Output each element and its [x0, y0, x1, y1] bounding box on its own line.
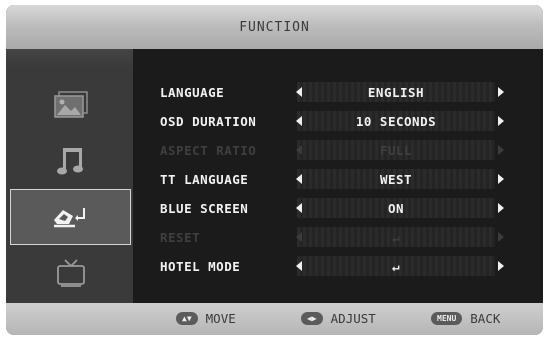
function-pen-icon — [51, 202, 91, 232]
right-arrow-icon[interactable] — [498, 87, 504, 97]
menu-header: FUNCTION — [6, 5, 543, 49]
menu-row-reset: RESET ↵ — [133, 223, 543, 251]
menu-row-hotel-mode[interactable]: HOTEL MODE ↵ — [133, 252, 543, 280]
up-down-key-icon: ▲▼ — [176, 312, 198, 325]
menu-row-label: ASPECT RATIO — [160, 142, 257, 158]
menu-row-value: ON — [387, 200, 405, 216]
menu-row-blue-screen[interactable]: BLUE SCREEN ON — [133, 194, 543, 222]
hint-back-label: BACK — [470, 311, 501, 326]
right-arrow-icon[interactable] — [498, 261, 504, 271]
menu-row-aspect-ratio: ASPECT RATIO FULL — [133, 136, 543, 164]
left-right-key-icon: ◀▶ — [301, 312, 323, 325]
picture-icon — [53, 91, 89, 119]
right-arrow-icon[interactable] — [498, 203, 504, 213]
menu-title: FUNCTION — [239, 19, 310, 35]
hint-adjust-label: ADJUST — [330, 311, 376, 326]
right-arrow-icon[interactable] — [498, 116, 504, 126]
key-hint-bar: ▲▼ MOVE ◀▶ ADJUST MENU BACK — [6, 303, 543, 335]
menu-row-label: BLUE SCREEN — [160, 200, 249, 216]
menu-row-osd-duration[interactable]: OSD DURATION 10 SECONDS — [133, 107, 543, 135]
sidebar-item-function[interactable] — [10, 189, 131, 245]
menu-row-value: ↵ — [391, 229, 401, 245]
sidebar-item-picture[interactable] — [10, 77, 131, 133]
menu-row-value: ↵ — [391, 258, 401, 274]
tv-icon — [54, 258, 88, 288]
menu-row-value: 10 SECONDS — [355, 113, 437, 129]
menu-row-label: RESET — [160, 229, 201, 245]
right-arrow-icon — [498, 232, 504, 242]
sidebar-item-sound[interactable] — [10, 133, 131, 189]
menu-row-label: HOTEL MODE — [160, 258, 241, 274]
menu-row-value: FULL — [379, 142, 413, 158]
menu-row-language[interactable]: LANGUAGE ENGLISH — [133, 78, 543, 106]
hint-move: ▲▼ MOVE — [176, 311, 236, 326]
osd-window: FUNCTION LANGUAGE ENGLISH OSD DURATION 1… — [6, 5, 543, 335]
menu-row-value: WEST — [379, 171, 413, 187]
menu-row-label: OSD DURATION — [160, 113, 257, 129]
menu-row-label: TT LANGUAGE — [160, 171, 249, 187]
menu-row-value: ENGLISH — [367, 84, 425, 100]
menu-key-icon: MENU — [431, 312, 463, 325]
sidebar-item-channel[interactable] — [10, 245, 131, 301]
category-sidebar — [6, 49, 133, 303]
hint-back: MENU BACK — [431, 311, 500, 326]
right-arrow-icon — [498, 145, 504, 155]
hint-move-label: MOVE — [205, 311, 236, 326]
settings-panel: LANGUAGE ENGLISH OSD DURATION 10 SECONDS ASP… — [133, 49, 543, 303]
hint-adjust: ◀▶ ADJUST — [301, 311, 376, 326]
menu-row-tt-language[interactable]: TT LANGUAGE WEST — [133, 165, 543, 193]
right-arrow-icon[interactable] — [498, 174, 504, 184]
menu-row-label: LANGUAGE — [160, 84, 225, 100]
music-note-icon — [56, 145, 86, 177]
